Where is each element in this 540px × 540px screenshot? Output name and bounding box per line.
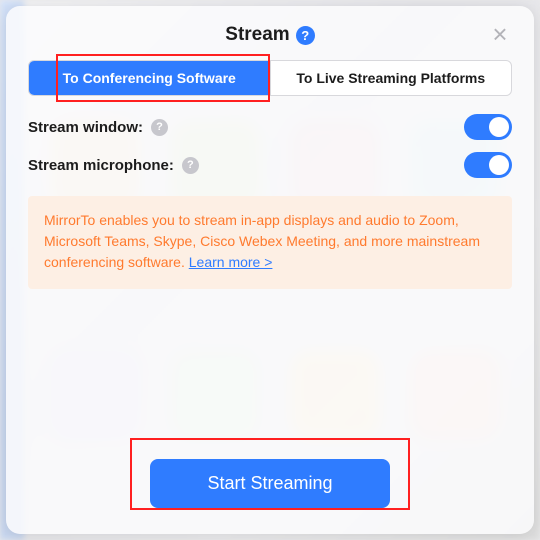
stream-window-toggle[interactable] (464, 114, 512, 140)
close-icon[interactable]: × (488, 24, 512, 48)
tab-live-platforms[interactable]: To Live Streaming Platforms (270, 61, 512, 95)
stream-microphone-label: Stream microphone: (28, 157, 174, 174)
row-label: Stream microphone: ? (28, 157, 199, 174)
start-streaming-button[interactable]: Start Streaming (150, 459, 390, 508)
modal-header: Stream ? × (28, 24, 512, 46)
help-icon[interactable]: ? (151, 119, 168, 136)
cta-container: Start Streaming (6, 459, 534, 508)
learn-more-link[interactable]: Learn more > (189, 254, 273, 270)
tab-conferencing[interactable]: To Conferencing Software (29, 61, 270, 95)
row-stream-window: Stream window: ? (28, 114, 512, 140)
row-stream-microphone: Stream microphone: ? (28, 152, 512, 178)
row-label: Stream window: ? (28, 119, 168, 136)
help-icon[interactable]: ? (182, 157, 199, 174)
title-text: Stream (225, 24, 289, 46)
mode-tabs: To Conferencing Software To Live Streami… (28, 60, 512, 96)
modal-title: Stream ? (225, 24, 314, 46)
info-box: MirrorTo enables you to stream in-app di… (28, 196, 512, 289)
stream-microphone-toggle[interactable] (464, 152, 512, 178)
help-icon[interactable]: ? (296, 26, 315, 45)
stream-window-label: Stream window: (28, 119, 143, 136)
stream-modal: Stream ? × To Conferencing Software To L… (6, 6, 534, 534)
